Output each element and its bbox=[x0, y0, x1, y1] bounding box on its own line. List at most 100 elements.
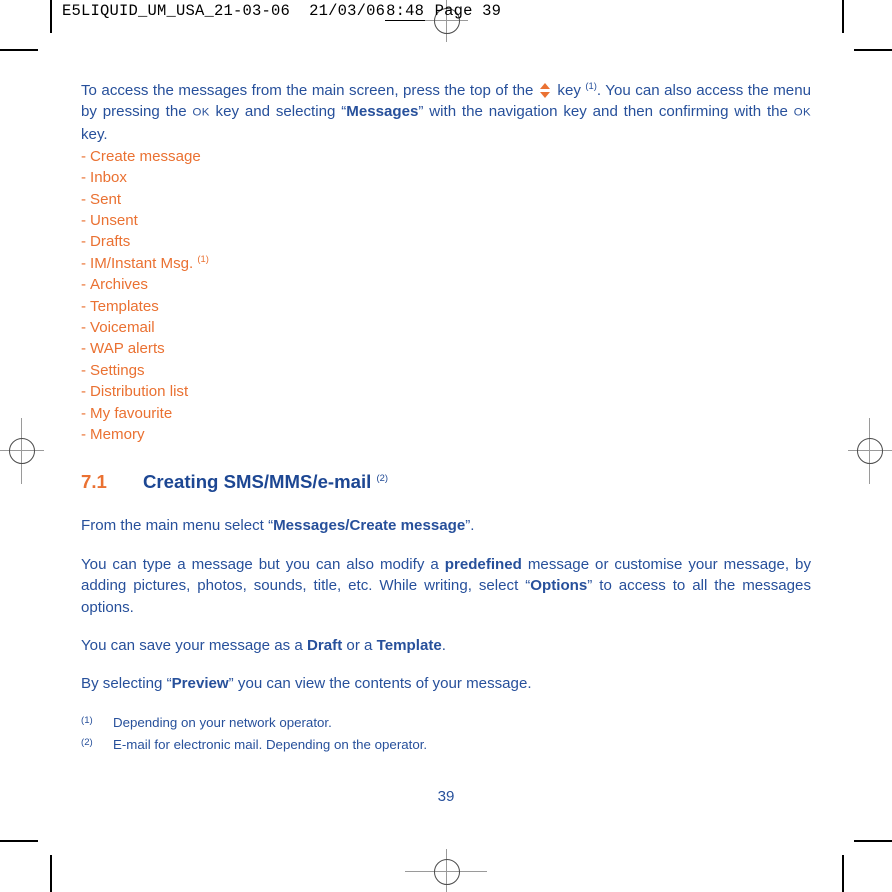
paragraph-preview: By selecting “Preview” you can view the … bbox=[81, 673, 811, 694]
slug-date: 21/03/06 bbox=[309, 2, 386, 20]
footnote-ref-2: (2) bbox=[376, 472, 388, 484]
crop-mark-bottom-left-horizontal bbox=[0, 840, 38, 842]
para3-bold-draft: Draft bbox=[307, 637, 343, 655]
list-item[interactable]: - Create message bbox=[81, 146, 811, 167]
menu-item-label: Unsent bbox=[90, 211, 138, 229]
menu-item-label: Distribution list bbox=[90, 383, 189, 401]
list-item[interactable]: - My favourite bbox=[81, 403, 811, 424]
list-dash: - bbox=[81, 169, 87, 187]
messages-menu-list: - Create message - Inbox - Sent - Unsent - Dr… bbox=[81, 146, 811, 446]
list-dash: - bbox=[81, 361, 87, 379]
list-dash: - bbox=[81, 340, 87, 358]
menu-item-label: Drafts bbox=[90, 233, 131, 251]
intro-text-part-2: key bbox=[552, 82, 586, 99]
list-dash: - bbox=[81, 297, 87, 315]
para4-text-b: ” you can view the contents of your mess… bbox=[228, 675, 532, 693]
footnote-marker: (1) bbox=[81, 715, 93, 726]
intro-text-part-4: key and selecting “ bbox=[209, 103, 347, 121]
para2-bold-predefined: predefined bbox=[444, 555, 522, 573]
intro-text-part-5: ” with the navigation key and then confi… bbox=[418, 103, 794, 121]
page-number: 39 bbox=[437, 788, 455, 805]
list-item[interactable]: - Distribution list bbox=[81, 381, 811, 402]
page-title: Creating SMS/MMS/e-mail (2) bbox=[143, 471, 388, 493]
list-dash: - bbox=[81, 404, 87, 422]
para3-text-b: or a bbox=[342, 637, 377, 655]
list-item[interactable]: - Unsent bbox=[81, 210, 811, 231]
document-content: To access the messages from the main scr… bbox=[81, 80, 811, 695]
list-item[interactable]: - Settings bbox=[81, 360, 811, 381]
crop-mark-top-right-horizontal bbox=[854, 49, 892, 51]
list-dash: - bbox=[81, 426, 87, 443]
menu-item-label: My favourite bbox=[90, 404, 173, 422]
menu-item-label: IM/Instant Msg. bbox=[90, 254, 194, 272]
list-item[interactable]: - Templates bbox=[81, 296, 811, 317]
para3-text-c: . bbox=[441, 637, 446, 655]
footnote-ref-1: (1) bbox=[585, 79, 597, 91]
para3-bold-template: Template bbox=[376, 637, 442, 655]
slug-time: 8:48 bbox=[385, 2, 426, 21]
menu-item-label: Templates bbox=[90, 297, 159, 315]
slug-page-label: Page 39 bbox=[434, 2, 502, 20]
list-dash: - bbox=[81, 318, 87, 336]
registration-mark-right bbox=[857, 438, 883, 464]
registration-mark-bottom bbox=[434, 859, 460, 885]
crop-mark-bottom-left-vertical bbox=[50, 855, 52, 892]
list-dash: - bbox=[81, 233, 87, 251]
menu-item-label: Memory bbox=[90, 426, 145, 443]
registration-mark-left bbox=[9, 438, 35, 464]
list-dash: - bbox=[81, 254, 87, 272]
section-heading: 7.1 Creating SMS/MMS/e-mail (2) bbox=[81, 471, 811, 493]
ok-key-icon: OK bbox=[192, 106, 210, 119]
intro-bold-messages: Messages bbox=[346, 103, 419, 121]
para3-text-a: You can save your message as a bbox=[81, 637, 307, 655]
section-number: 7.1 bbox=[81, 471, 107, 493]
ok-key-icon-2: OK bbox=[793, 106, 812, 119]
menu-item-label: Sent bbox=[90, 190, 122, 208]
footnote-item: (2) E-mail for electronic mail. Dependin… bbox=[81, 735, 811, 757]
crop-mark-top-left-horizontal bbox=[0, 49, 38, 51]
para1-bold-messages-create: Messages/Create message bbox=[273, 517, 466, 535]
section-title-text: Creating SMS/MMS/e-mail bbox=[143, 471, 372, 493]
list-item[interactable]: - Archives bbox=[81, 274, 811, 295]
intro-paragraph: To access the messages from the main scr… bbox=[81, 80, 811, 146]
para2-text-a: You can type a message but you can also … bbox=[81, 555, 445, 573]
crop-mark-top-right-vertical bbox=[842, 0, 844, 33]
para4-text-a: By selecting “ bbox=[81, 675, 172, 693]
list-item[interactable]: - Memory bbox=[81, 424, 811, 445]
list-item[interactable]: - Voicemail bbox=[81, 317, 811, 338]
footnotes-block: (1) Depending on your network operator. … bbox=[81, 713, 811, 757]
prepress-slug-line: E5LIQUID_UM_USA_21-03-06 21/03/068:48 Pa… bbox=[62, 2, 501, 21]
list-item[interactable]: - WAP alerts bbox=[81, 338, 811, 359]
menu-item-label: Settings bbox=[90, 361, 145, 379]
list-dash: - bbox=[81, 383, 87, 401]
menu-item-label: Inbox bbox=[90, 169, 127, 187]
footnote-text: Depending on your network operator. bbox=[113, 715, 332, 730]
list-item[interactable]: - IM/Instant Msg. (1) bbox=[81, 253, 811, 274]
menu-item-label: Archives bbox=[90, 276, 148, 294]
footnote-marker: (2) bbox=[81, 737, 93, 748]
list-item[interactable]: - Sent bbox=[81, 189, 811, 210]
footnote-ref-1: (1) bbox=[197, 252, 209, 264]
footnote-item: (1) Depending on your network operator. bbox=[81, 713, 811, 735]
list-dash: - bbox=[81, 190, 87, 208]
intro-text-part-1: To access the messages from the main scr… bbox=[81, 82, 538, 99]
footnote-text: E-mail for electronic mail. Depending on… bbox=[113, 737, 428, 752]
crop-mark-top-left-vertical bbox=[50, 0, 52, 33]
list-item[interactable]: - Inbox bbox=[81, 167, 811, 188]
menu-item-label: Voicemail bbox=[90, 318, 155, 336]
crop-mark-bottom-right-vertical bbox=[842, 855, 844, 892]
menu-item-label: WAP alerts bbox=[90, 340, 165, 358]
list-item[interactable]: - Drafts bbox=[81, 231, 811, 252]
slug-filename: E5LIQUID_UM_USA_21-03-06 bbox=[62, 2, 291, 20]
menu-item-label: Create message bbox=[90, 147, 201, 165]
list-dash: - bbox=[81, 211, 87, 229]
list-dash: - bbox=[81, 147, 87, 165]
para1-text-b: ”. bbox=[465, 517, 475, 535]
paragraph-type-message: You can type a message but you can also … bbox=[81, 554, 811, 618]
paragraph-save-draft: You can save your message as a Draft or … bbox=[81, 635, 811, 656]
list-dash: - bbox=[81, 276, 87, 294]
crop-mark-bottom-right-horizontal bbox=[854, 840, 892, 842]
nav-updown-key-icon bbox=[539, 83, 551, 98]
para2-bold-options: Options bbox=[530, 577, 588, 595]
para1-text-a: From the main menu select “ bbox=[81, 517, 274, 535]
